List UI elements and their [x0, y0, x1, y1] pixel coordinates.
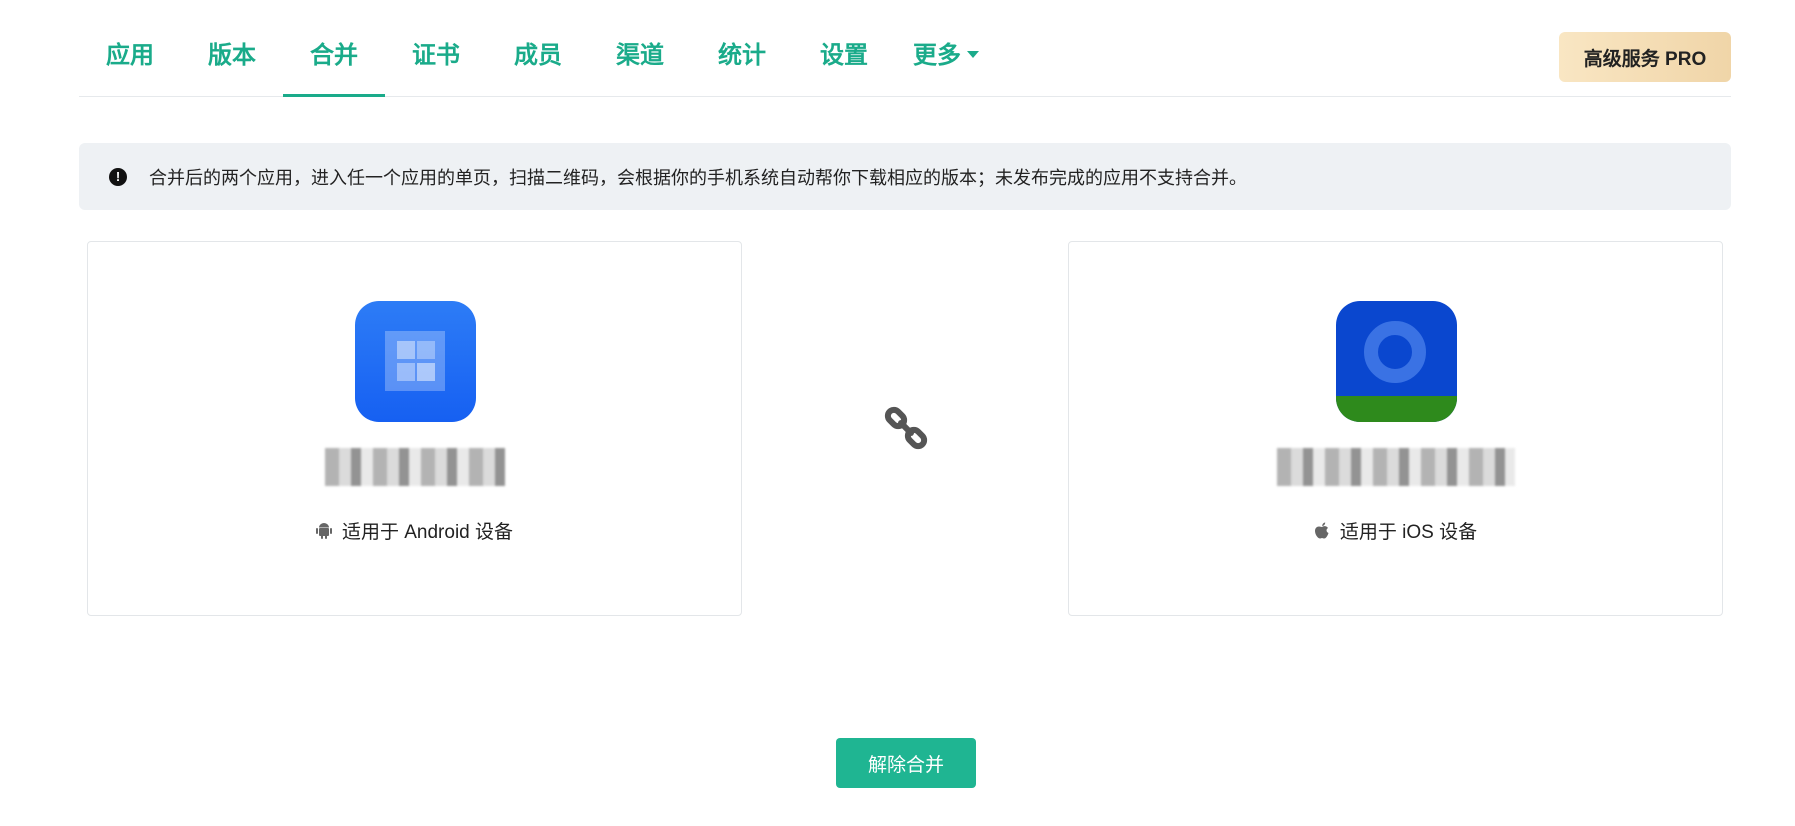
- nav-tabs: 应用 版本 合并 证书 成员 渠道 统计 设置 更多: [79, 0, 997, 97]
- tab-label: 成员: [514, 41, 562, 69]
- page-container: 应用 版本 合并 证书 成员 渠道 统计 设置 更多 高级服务 PRO ! 合并…: [79, 0, 1731, 788]
- tab-label: 设置: [820, 41, 868, 69]
- caret-down-icon: [967, 50, 979, 58]
- tab-label: 版本: [208, 41, 256, 69]
- tab-stats[interactable]: 统计: [691, 0, 793, 96]
- platform-android: 适用于 Android 设备: [88, 517, 741, 544]
- platform-label: 适用于 Android 设备: [341, 522, 514, 543]
- android-icon: [315, 522, 332, 539]
- apple-icon: [1314, 522, 1329, 538]
- tab-certificate[interactable]: 证书: [385, 0, 487, 96]
- tab-channel[interactable]: 渠道: [589, 0, 691, 96]
- tab-members[interactable]: 成员: [487, 0, 589, 96]
- app-name-redacted: [324, 448, 505, 486]
- tab-label: 合并: [310, 41, 358, 69]
- tab-label: 更多: [913, 41, 961, 69]
- tab-version[interactable]: 版本: [181, 0, 283, 96]
- unmerge-button[interactable]: 解除合并: [836, 738, 976, 788]
- tab-label: 渠道: [616, 41, 664, 69]
- alert-text: 合并后的两个应用，进入任一个应用的单页，扫描二维码，会根据你的手机系统自动帮你下…: [149, 167, 1247, 188]
- merge-info-alert: ! 合并后的两个应用，进入任一个应用的单页，扫描二维码，会根据你的手机系统自动帮…: [79, 143, 1731, 210]
- app-name-redacted: [1276, 448, 1515, 486]
- tab-label: 证书: [412, 41, 460, 69]
- exclamation-circle-icon: !: [109, 167, 127, 186]
- link-icon: [884, 406, 928, 450]
- android-app-icon: [354, 301, 476, 422]
- tab-label: 统计: [718, 41, 766, 69]
- tab-more[interactable]: 更多: [895, 0, 997, 96]
- tab-app[interactable]: 应用: [79, 0, 181, 96]
- android-app-card: 适用于 Android 设备: [87, 241, 742, 616]
- platform-ios: 适用于 iOS 设备: [1069, 517, 1722, 544]
- ios-app-icon: [1335, 301, 1457, 422]
- tab-merge[interactable]: 合并: [283, 0, 385, 97]
- ios-app-card: 适用于 iOS 设备: [1068, 241, 1723, 616]
- top-nav: 应用 版本 合并 证书 成员 渠道 统计 设置 更多 高级服务 PRO: [79, 0, 1731, 97]
- platform-label: 适用于 iOS 设备: [1339, 522, 1478, 543]
- pro-service-button[interactable]: 高级服务 PRO: [1559, 32, 1731, 82]
- tab-settings[interactable]: 设置: [793, 0, 895, 96]
- tab-label: 应用: [106, 41, 154, 69]
